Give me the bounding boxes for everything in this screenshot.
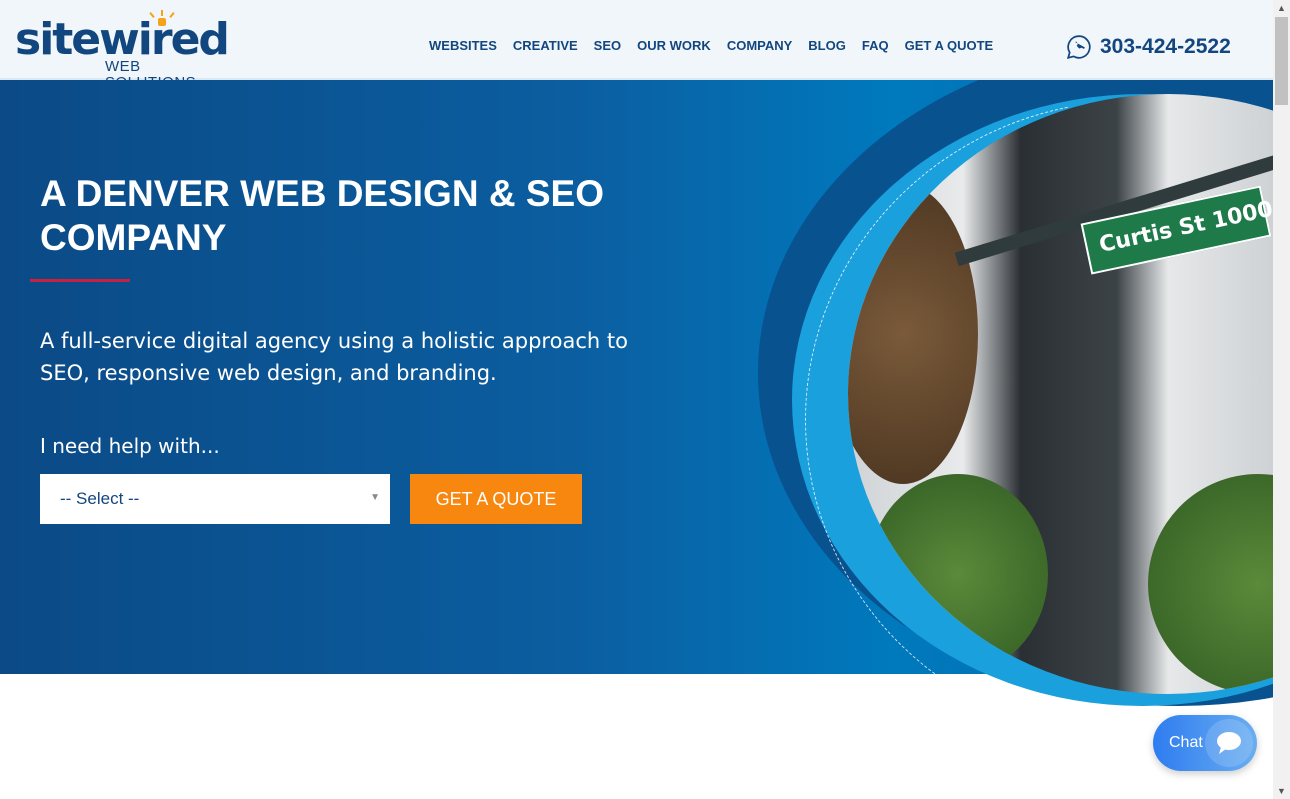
chat-label: Chat [1169,734,1203,751]
hero-lead: A full-service digital agency using a ho… [40,329,628,385]
site-header: sitewired WEB SOLUTIONS WEBSITES CREATIV… [0,0,1273,91]
title-underline [30,279,130,282]
whatsapp-phone-icon [1066,35,1091,60]
chat-button[interactable]: Chat [1153,715,1257,771]
get-a-quote-button[interactable]: GET A QUOTE [410,474,582,524]
nav-company[interactable]: COMPANY [727,38,792,54]
help-label: I need help with... [40,434,220,458]
sun-ray [161,10,163,16]
hero-title: A DENVER WEB DESIGN & SEO COMPANY [40,173,604,258]
sun-icon [158,18,166,26]
logo-wordmark: sitewired [15,14,230,65]
chat-bubble-icon [1205,719,1253,767]
nav-websites[interactable]: WEBSITES [429,38,497,54]
nav-seo[interactable]: SEO [594,38,621,54]
phone-number: 303-424-2522 [1100,35,1231,58]
hero-section: Curtis St 1000 A DENVER WEB DESIGN & SEO… [0,80,1273,720]
select-value: -- Select -- [60,489,140,508]
scroll-down-icon[interactable]: ▼ [1277,786,1286,796]
service-select[interactable]: -- Select -- ▼ [40,474,390,524]
scrollbar-thumb[interactable] [1275,17,1288,105]
main-nav: WEBSITES CREATIVE SEO OUR WORK COMPANY B… [429,38,993,54]
nav-get-a-quote[interactable]: GET A QUOTE [905,38,994,54]
chevron-down-icon: ▼ [370,492,380,503]
nav-faq[interactable]: FAQ [862,38,889,54]
nav-blog[interactable]: BLOG [808,38,846,54]
phone-link[interactable]: 303-424-2522 [1066,34,1231,60]
sitewired-logo[interactable]: sitewired WEB SOLUTIONS [15,10,235,91]
nav-our-work[interactable]: OUR WORK [637,38,711,54]
scrollbar[interactable]: ▲ ▼ [1273,0,1290,799]
nav-creative[interactable]: CREATIVE [513,38,578,54]
scroll-up-icon[interactable]: ▲ [1277,3,1286,13]
